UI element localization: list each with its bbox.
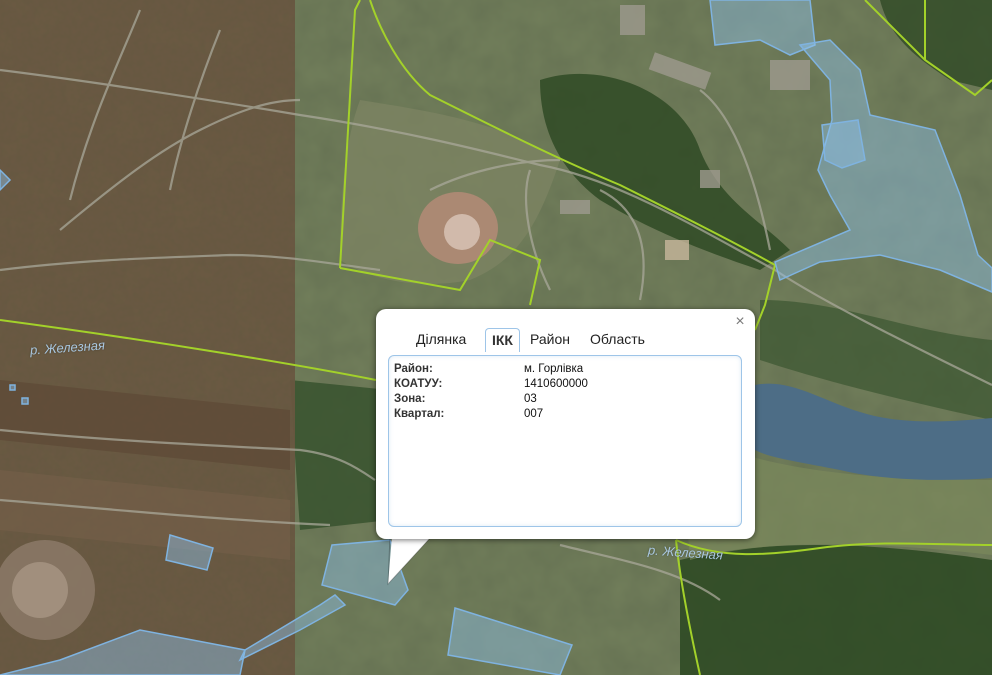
info-value: 007: [524, 408, 544, 420]
info-value: 03: [524, 393, 537, 405]
info-label: Квартал:: [394, 408, 445, 420]
info-popup: × Ділянка ІКК Район Область Район: м. Го…: [376, 309, 755, 539]
tab-dilyanka[interactable]: Ділянка: [416, 331, 466, 347]
tab-panel-ikk: Район: м. Горлівка КОАТУУ: 1410600000 Зо…: [388, 355, 742, 527]
popup-tabs: Ділянка ІКК Район Область: [376, 327, 755, 355]
popup-pointer: [387, 536, 432, 586]
info-row-kvartal: Квартал: 007: [394, 408, 734, 423]
info-label: Район:: [394, 363, 433, 375]
tab-ikk[interactable]: ІКК: [485, 328, 520, 352]
info-value: 1410600000: [524, 378, 588, 390]
info-label: КОАТУУ:: [394, 378, 443, 390]
info-row-koatuu: КОАТУУ: 1410600000: [394, 378, 734, 393]
info-row-zona: Зона: 03: [394, 393, 734, 408]
tab-oblast[interactable]: Область: [590, 331, 645, 347]
tab-raion[interactable]: Район: [530, 331, 570, 347]
info-value: м. Горлівка: [524, 363, 584, 375]
info-label: Зона:: [394, 393, 426, 405]
info-row-raion: Район: м. Горлівка: [394, 363, 734, 378]
